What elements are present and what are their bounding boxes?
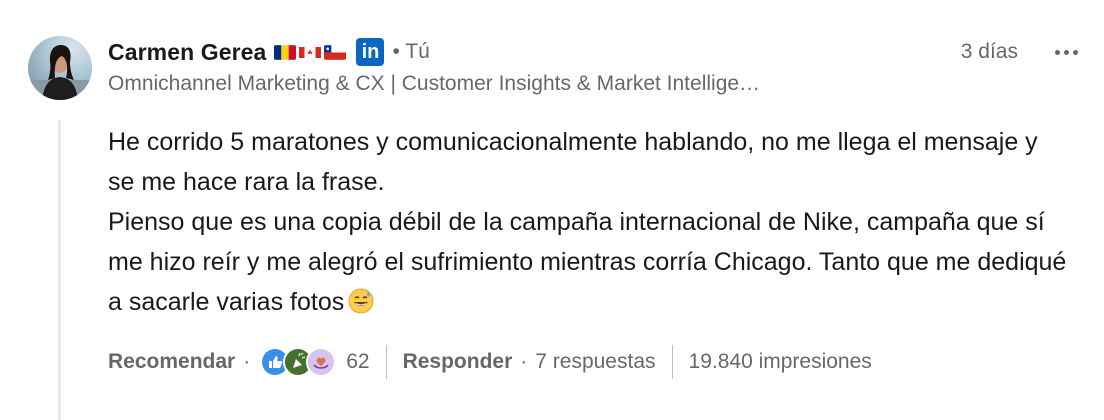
comment-paragraph-2: Pienso que es una copia débil de la camp… bbox=[108, 202, 1068, 322]
avatar[interactable] bbox=[28, 36, 92, 100]
comment-header: Carmen Gerea in • Tú 3 días Omnichannel … bbox=[108, 34, 1084, 96]
flags bbox=[274, 44, 347, 60]
chile-flag-icon bbox=[324, 44, 347, 60]
comment-paragraph-2-text: Pienso que es una copia débil de la camp… bbox=[108, 208, 1067, 316]
separator-dot: · bbox=[243, 350, 251, 373]
divider-2 bbox=[671, 345, 673, 379]
author-headline: Omnichannel Marketing & CX | Customer In… bbox=[108, 72, 761, 95]
separator-dot-2: · bbox=[520, 350, 528, 373]
you-label: • Tú bbox=[392, 40, 430, 63]
name-row: Carmen Gerea in • Tú 3 días bbox=[108, 34, 1084, 70]
impressions-count: 19.840 impresiones bbox=[688, 350, 872, 373]
replies-count[interactable]: 7 respuestas bbox=[535, 350, 655, 374]
reactions[interactable] bbox=[260, 347, 337, 377]
grinning-sweat-emoji-icon bbox=[348, 286, 374, 314]
meta-right: 3 días bbox=[961, 34, 1084, 70]
reply-button[interactable]: Responder bbox=[403, 350, 513, 374]
author-name[interactable]: Carmen Gerea bbox=[108, 39, 266, 66]
more-options-icon[interactable] bbox=[1048, 37, 1084, 67]
like-button[interactable]: Recomendar bbox=[108, 350, 235, 374]
canada-flag-icon bbox=[299, 45, 322, 60]
comment-text: He corrido 5 maratones y comunicacionalm… bbox=[108, 122, 1068, 322]
comment-paragraph-1: He corrido 5 maratones y comunicacionalm… bbox=[108, 128, 1038, 196]
reaction-count[interactable]: 62 bbox=[346, 350, 369, 374]
linkedin-icon: in bbox=[356, 38, 385, 66]
thread-line bbox=[58, 120, 61, 420]
comment-actions: Recomendar · 62 Responder · 7 respuestas… bbox=[108, 342, 872, 382]
timestamp: 3 días bbox=[960, 40, 1018, 63]
support-icon bbox=[306, 347, 337, 377]
divider bbox=[385, 345, 387, 379]
romania-flag-icon bbox=[274, 44, 297, 60]
